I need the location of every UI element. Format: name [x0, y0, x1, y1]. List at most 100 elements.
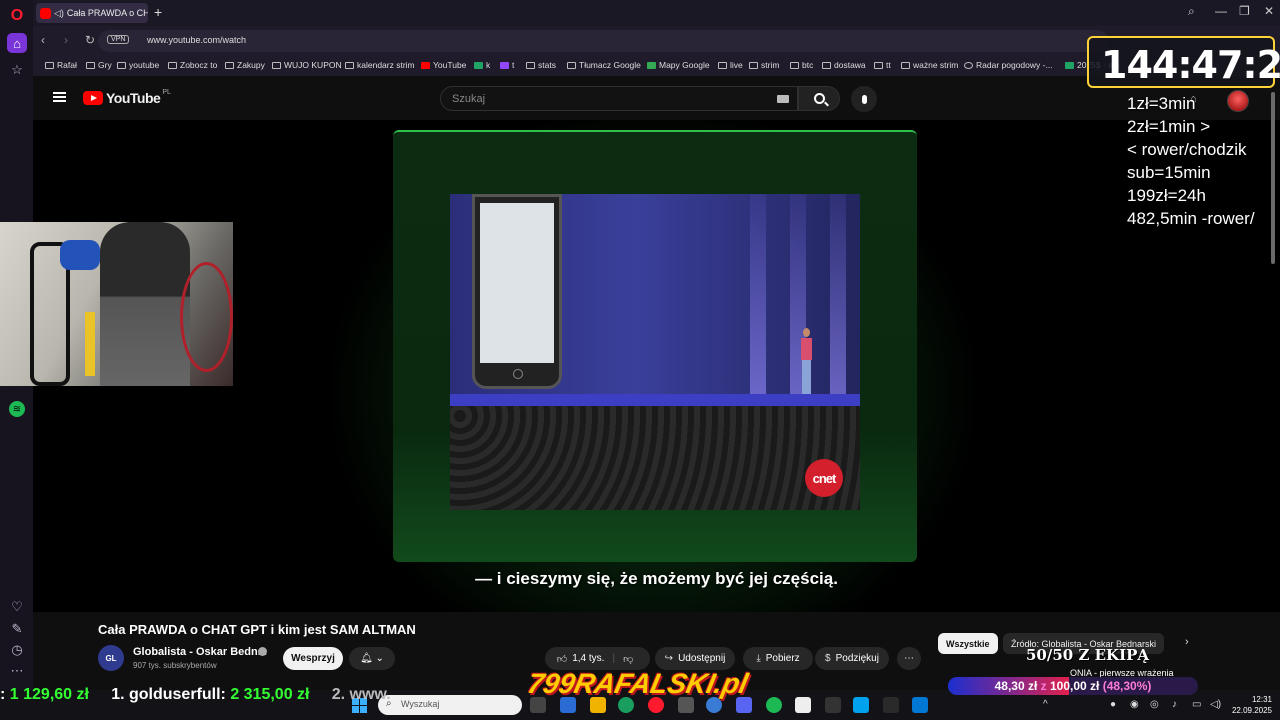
steam-icon[interactable]: ◉ — [1130, 699, 1139, 710]
support-button[interactable]: Wesprzyj — [283, 647, 343, 670]
thanks-button[interactable]: $ Podziękuj — [815, 647, 889, 670]
volume-icon[interactable]: ◁) — [1210, 699, 1221, 710]
donation-goal-bar: 48,30 zł z 100,00 zł (48,30%) — [948, 677, 1198, 695]
youtube-icon — [421, 61, 430, 69]
streamer-brand-logo: 799RAFALSKI.pl — [524, 668, 751, 699]
bookmark-item[interactable]: youtube — [117, 60, 159, 70]
app-icon[interactable] — [912, 697, 928, 713]
search-input[interactable]: Szukaj — [440, 86, 798, 111]
like-icon[interactable]: 👍︎ — [557, 653, 567, 665]
tray-icon[interactable]: ◎ — [1150, 699, 1159, 710]
folder-icon — [749, 61, 758, 69]
dislike-icon[interactable]: 👎︎ — [623, 653, 633, 665]
app-icon[interactable] — [883, 697, 899, 713]
mic-tray-icon[interactable]: ♪ — [1172, 699, 1177, 710]
tab-youtube[interactable]: ◁) Cała PRAWDA o CHAT — [36, 3, 148, 23]
more-actions-button[interactable]: ⋯ — [897, 647, 921, 670]
search-tabs-icon[interactable]: ⌕ — [1188, 4, 1195, 19]
minimize-button[interactable]: — — [1215, 4, 1227, 18]
voice-search-button[interactable] — [851, 86, 877, 112]
like-dislike-group: 👍︎ 1,4 tys. | 👎︎ — [545, 647, 650, 670]
folder-icon — [272, 61, 281, 69]
timer-value: 144:47:27 — [1101, 43, 1280, 87]
bookmark-item[interactable]: Radar pogodowy -... — [964, 60, 1053, 70]
share-icon: ↪ — [664, 653, 674, 664]
folder-icon — [86, 61, 95, 69]
share-button[interactable]: ↪ Udostępnij — [655, 647, 735, 670]
bookmark-item[interactable]: ważne strim — [901, 60, 958, 70]
bookmark-item[interactable]: Zobocz to — [168, 60, 217, 70]
search-button[interactable] — [798, 86, 840, 111]
maximize-button[interactable]: ❐ — [1239, 4, 1250, 18]
opera-logo-icon[interactable]: O — [7, 6, 27, 26]
channel-avatar[interactable]: GL — [98, 645, 124, 671]
bookmark-item[interactable]: Rafał — [45, 60, 77, 70]
app-icon[interactable] — [795, 697, 811, 713]
youtube-logo[interactable]: YouTube PL — [83, 89, 171, 106]
keyboard-icon[interactable] — [777, 95, 789, 103]
kick-icon — [474, 61, 483, 69]
vpn-badge[interactable]: VPN — [107, 35, 130, 44]
spotify-icon[interactable] — [766, 697, 782, 713]
bookmark-item[interactable]: YouTube — [421, 60, 466, 70]
bell-icon: 🔔︎ ⌄ — [360, 653, 384, 664]
tray-chevron-icon[interactable]: ^ — [1043, 699, 1048, 710]
history-icon[interactable]: ◷ — [7, 640, 27, 660]
forward-button[interactable]: › — [64, 33, 68, 47]
speaker-icon[interactable]: ◁) — [54, 8, 64, 19]
tray-icon[interactable]: ● — [1110, 699, 1116, 710]
system-clock[interactable]: 12:31 22.09.2025 — [1230, 694, 1272, 716]
video-subtitle: — i cieszymy się, że możemy być jej częś… — [475, 569, 838, 588]
taskbar-search[interactable]: ⌕ Wyszukaj — [378, 695, 522, 715]
subathon-timer: 144:47:27 — [1087, 36, 1280, 88]
home-icon[interactable]: ⌂ — [7, 33, 27, 53]
audience — [450, 406, 860, 510]
donor-name: 2. www. — [331, 686, 391, 703]
bookmark-item[interactable]: live — [718, 60, 743, 70]
url-text[interactable]: www.youtube.com/watch — [147, 35, 246, 45]
network-icon[interactable]: ▭ — [1192, 699, 1201, 710]
bookmark-item[interactable]: Gry — [86, 60, 112, 70]
folder-icon — [345, 61, 354, 69]
bookmark-item[interactable]: t — [500, 60, 514, 70]
folder-icon — [168, 61, 177, 69]
back-button[interactable]: ‹ — [41, 33, 45, 47]
more-icon[interactable]: ⋯ — [7, 661, 27, 681]
reload-button[interactable]: ↻ — [85, 33, 95, 47]
bookmark-item[interactable]: kalendarz strim — [345, 60, 415, 70]
subscribed-bell-button[interactable]: 🔔︎ ⌄ — [349, 647, 395, 670]
bookmark-item[interactable]: k — [474, 60, 490, 70]
bookmark-item[interactable]: Zakupy — [225, 60, 265, 70]
chevron-right-icon[interactable]: › — [1185, 636, 1189, 648]
app-icon[interactable] — [853, 697, 869, 713]
chip-all[interactable]: Wszystkie — [938, 633, 998, 654]
channel-name[interactable]: Globalista - Oskar Bedn... — [133, 646, 267, 658]
app-icon[interactable] — [825, 697, 841, 713]
star-icon[interactable]: ☆ — [7, 60, 27, 80]
spotify-icon[interactable]: ≋ — [9, 401, 25, 417]
url-field[interactable]: VPN www.youtube.com/watch — [98, 30, 1108, 52]
bookmark-item[interactable]: strim — [749, 60, 779, 70]
rate-line: < rower/chodzik — [1127, 140, 1247, 159]
rates-list: 1zł=3min 2zł=1min > < rower/chodzik sub=… — [1127, 92, 1280, 230]
download-button[interactable]: ⤓ Pobierz — [743, 647, 813, 670]
subscriber-count: 907 tys. subskrybentów — [133, 661, 217, 670]
donor-ticker: : 1 129,60 zł 1. golduserfull: 2 315,00 … — [0, 686, 391, 703]
bookmark-item[interactable]: dostawa — [822, 60, 866, 70]
close-button[interactable]: ✕ — [1264, 4, 1274, 18]
bookmark-item[interactable]: btc — [790, 60, 813, 70]
goal-progress-text: 48,30 zł z 100,00 zł (48,30%) — [994, 679, 1152, 693]
rate-line: 1zł=3min — [1127, 94, 1196, 113]
presenter — [800, 328, 812, 398]
menu-icon[interactable] — [53, 92, 66, 102]
bookmark-item[interactable]: stats — [526, 60, 556, 70]
bookmark-item[interactable]: WUJO KUPON — [272, 60, 342, 70]
bookmark-item[interactable]: tt — [874, 60, 891, 70]
like-count[interactable]: 1,4 tys. — [572, 653, 604, 664]
bookmark-item[interactable]: Tłumacz Google — [567, 60, 641, 70]
edit-icon[interactable]: ✎ — [7, 619, 27, 639]
new-tab-button[interactable]: + — [154, 4, 162, 20]
bookmark-item[interactable]: Mapy Google — [647, 60, 710, 70]
heart-icon[interactable]: ♡ — [7, 597, 27, 617]
rate-line: 199zł=24h — [1127, 186, 1206, 205]
